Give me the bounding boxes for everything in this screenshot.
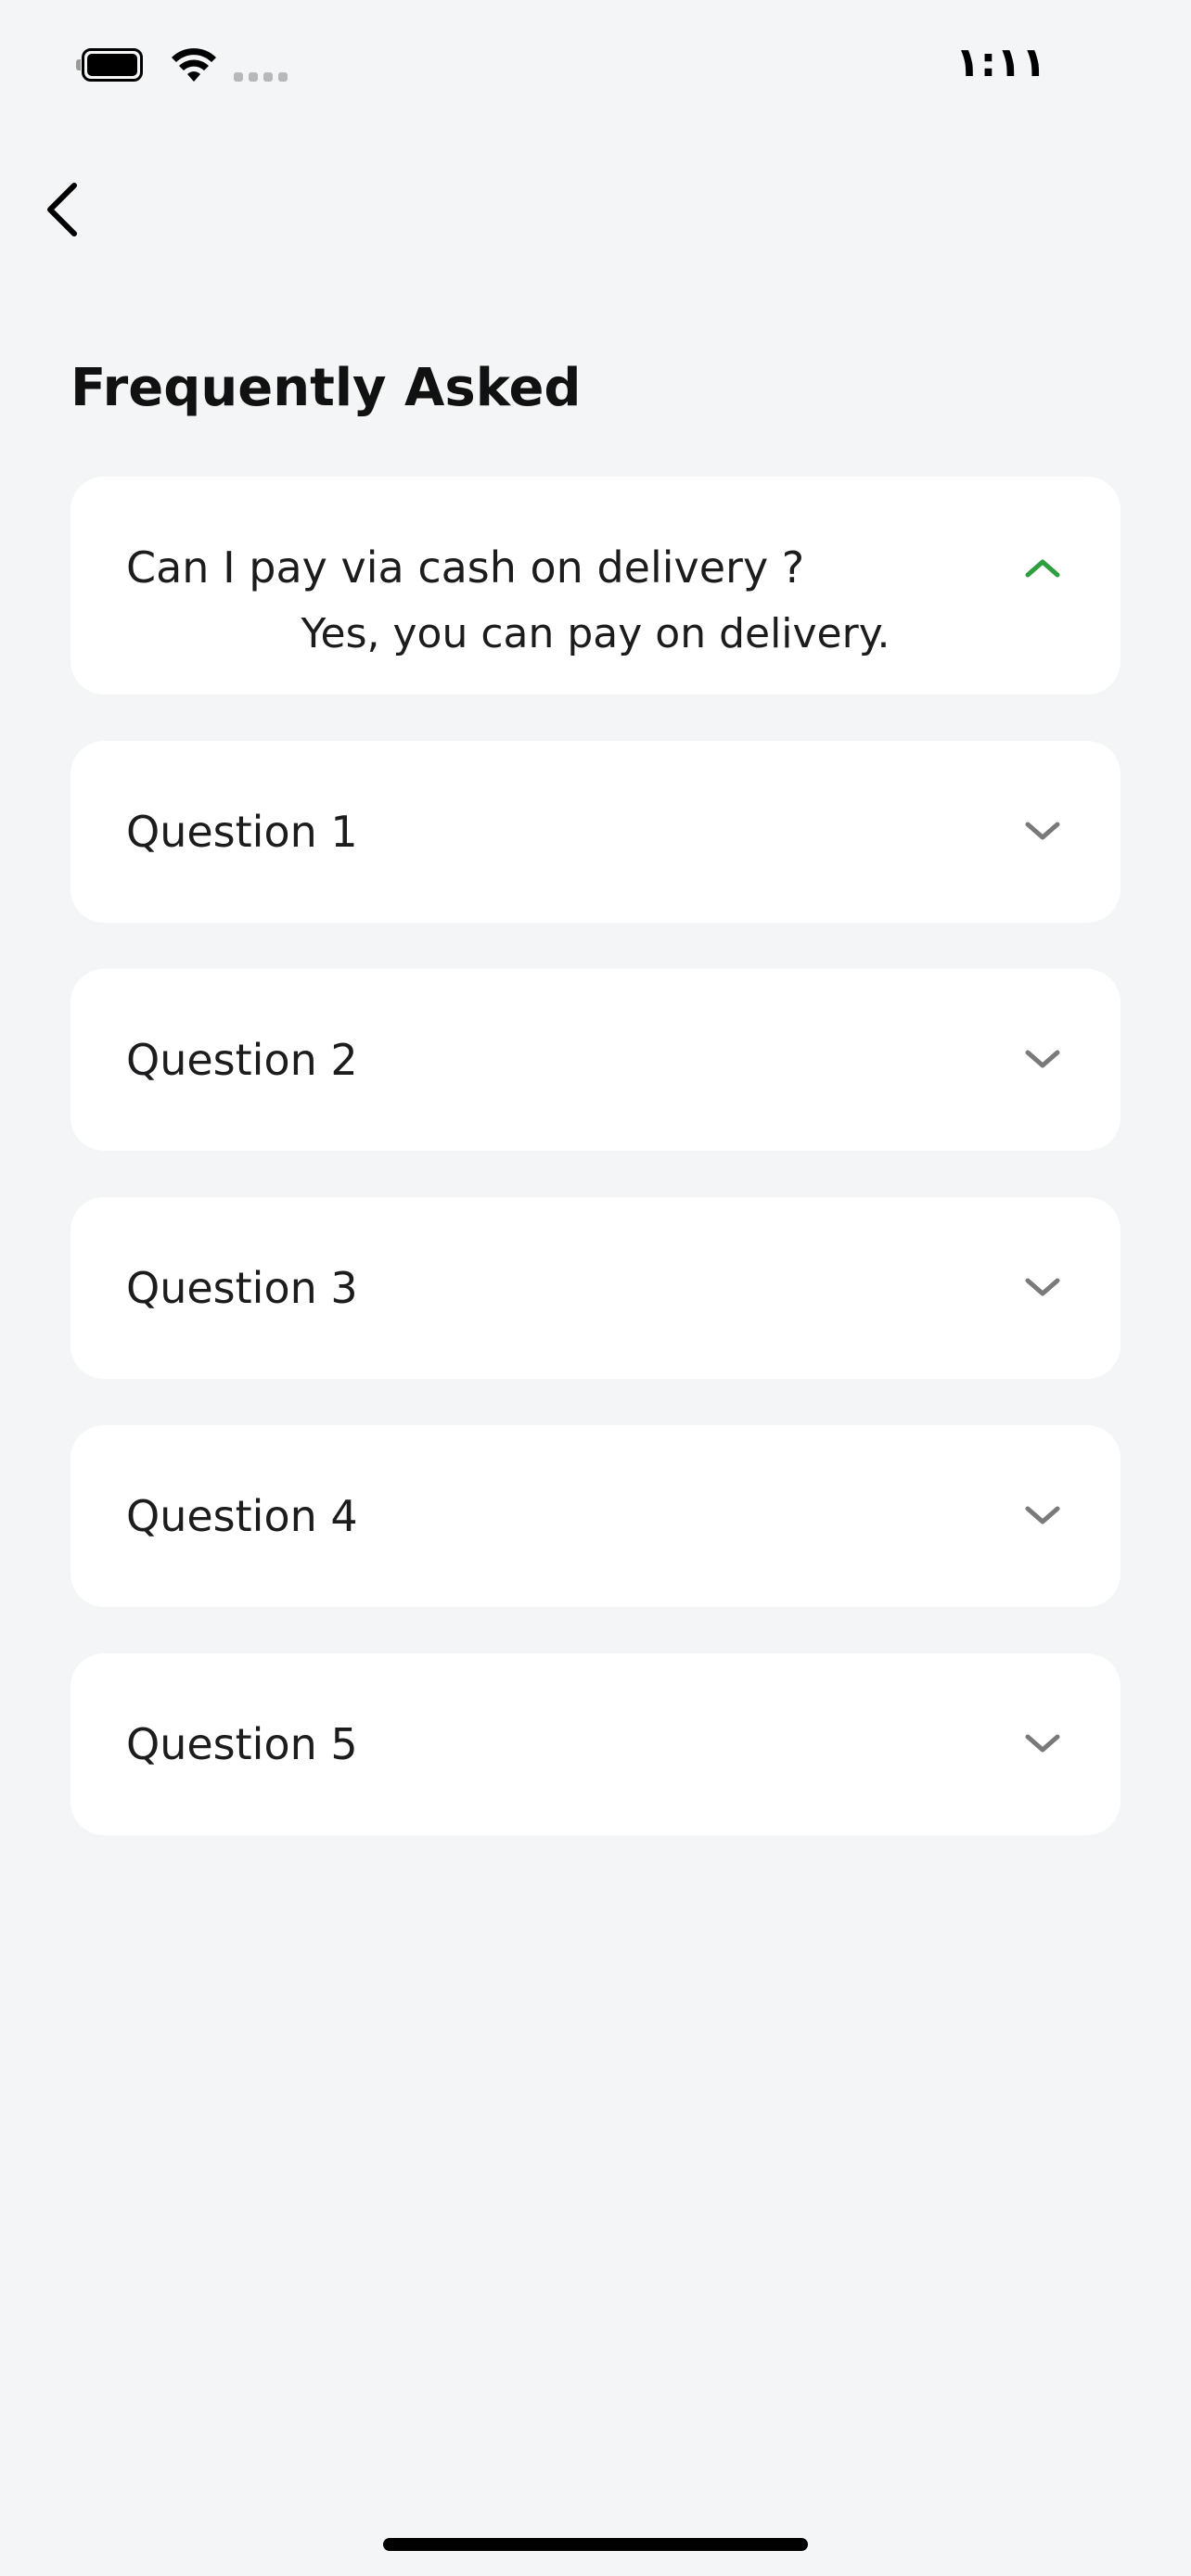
home-indicator	[383, 2538, 808, 2551]
chevron-down-icon	[1020, 1038, 1065, 1082]
battery-icon	[76, 48, 150, 85]
chevron-down-icon	[1020, 1722, 1065, 1766]
chevron-left-icon	[47, 183, 77, 236]
faq-question: Can I pay via cash on delivery ?	[126, 542, 805, 593]
chevron-up-icon	[1020, 545, 1065, 590]
wifi-icon	[171, 46, 217, 85]
faq-answer: Yes, you can pay on delivery.	[301, 610, 890, 657]
status-bar: ١:١١	[0, 0, 1191, 139]
chevron-down-icon	[1020, 1494, 1065, 1538]
faq-item-header[interactable]: Question 2	[70, 969, 1121, 1151]
faq-item-header[interactable]: Question 1	[70, 741, 1121, 923]
cellular-signal-icon	[234, 72, 293, 83]
faq-item: Question 2	[70, 969, 1121, 1151]
back-button[interactable]	[33, 172, 89, 247]
faq-question: Question 3	[126, 1263, 358, 1313]
faq-item: Question 1	[70, 741, 1121, 923]
faq-list: Can I pay via cash on delivery ? Yes, yo…	[70, 477, 1121, 1881]
faq-question: Question 2	[126, 1035, 358, 1085]
faq-item: Question 4	[70, 1425, 1121, 1607]
page-title: Frequently Asked	[70, 358, 582, 418]
faq-item-header[interactable]: Question 5	[70, 1653, 1121, 1835]
faq-item-header[interactable]: Question 4	[70, 1425, 1121, 1607]
status-time: ١:١١	[954, 39, 1046, 86]
faq-item: Question 3	[70, 1197, 1121, 1379]
faq-item: Question 5	[70, 1653, 1121, 1835]
faq-question: Question 1	[126, 807, 358, 857]
chevron-down-icon	[1020, 1266, 1065, 1310]
faq-item-header[interactable]: Question 3	[70, 1197, 1121, 1379]
faq-item: Can I pay via cash on delivery ? Yes, yo…	[70, 477, 1121, 695]
faq-question: Question 4	[126, 1491, 358, 1541]
chevron-down-icon	[1020, 810, 1065, 854]
faq-question: Question 5	[126, 1719, 358, 1769]
